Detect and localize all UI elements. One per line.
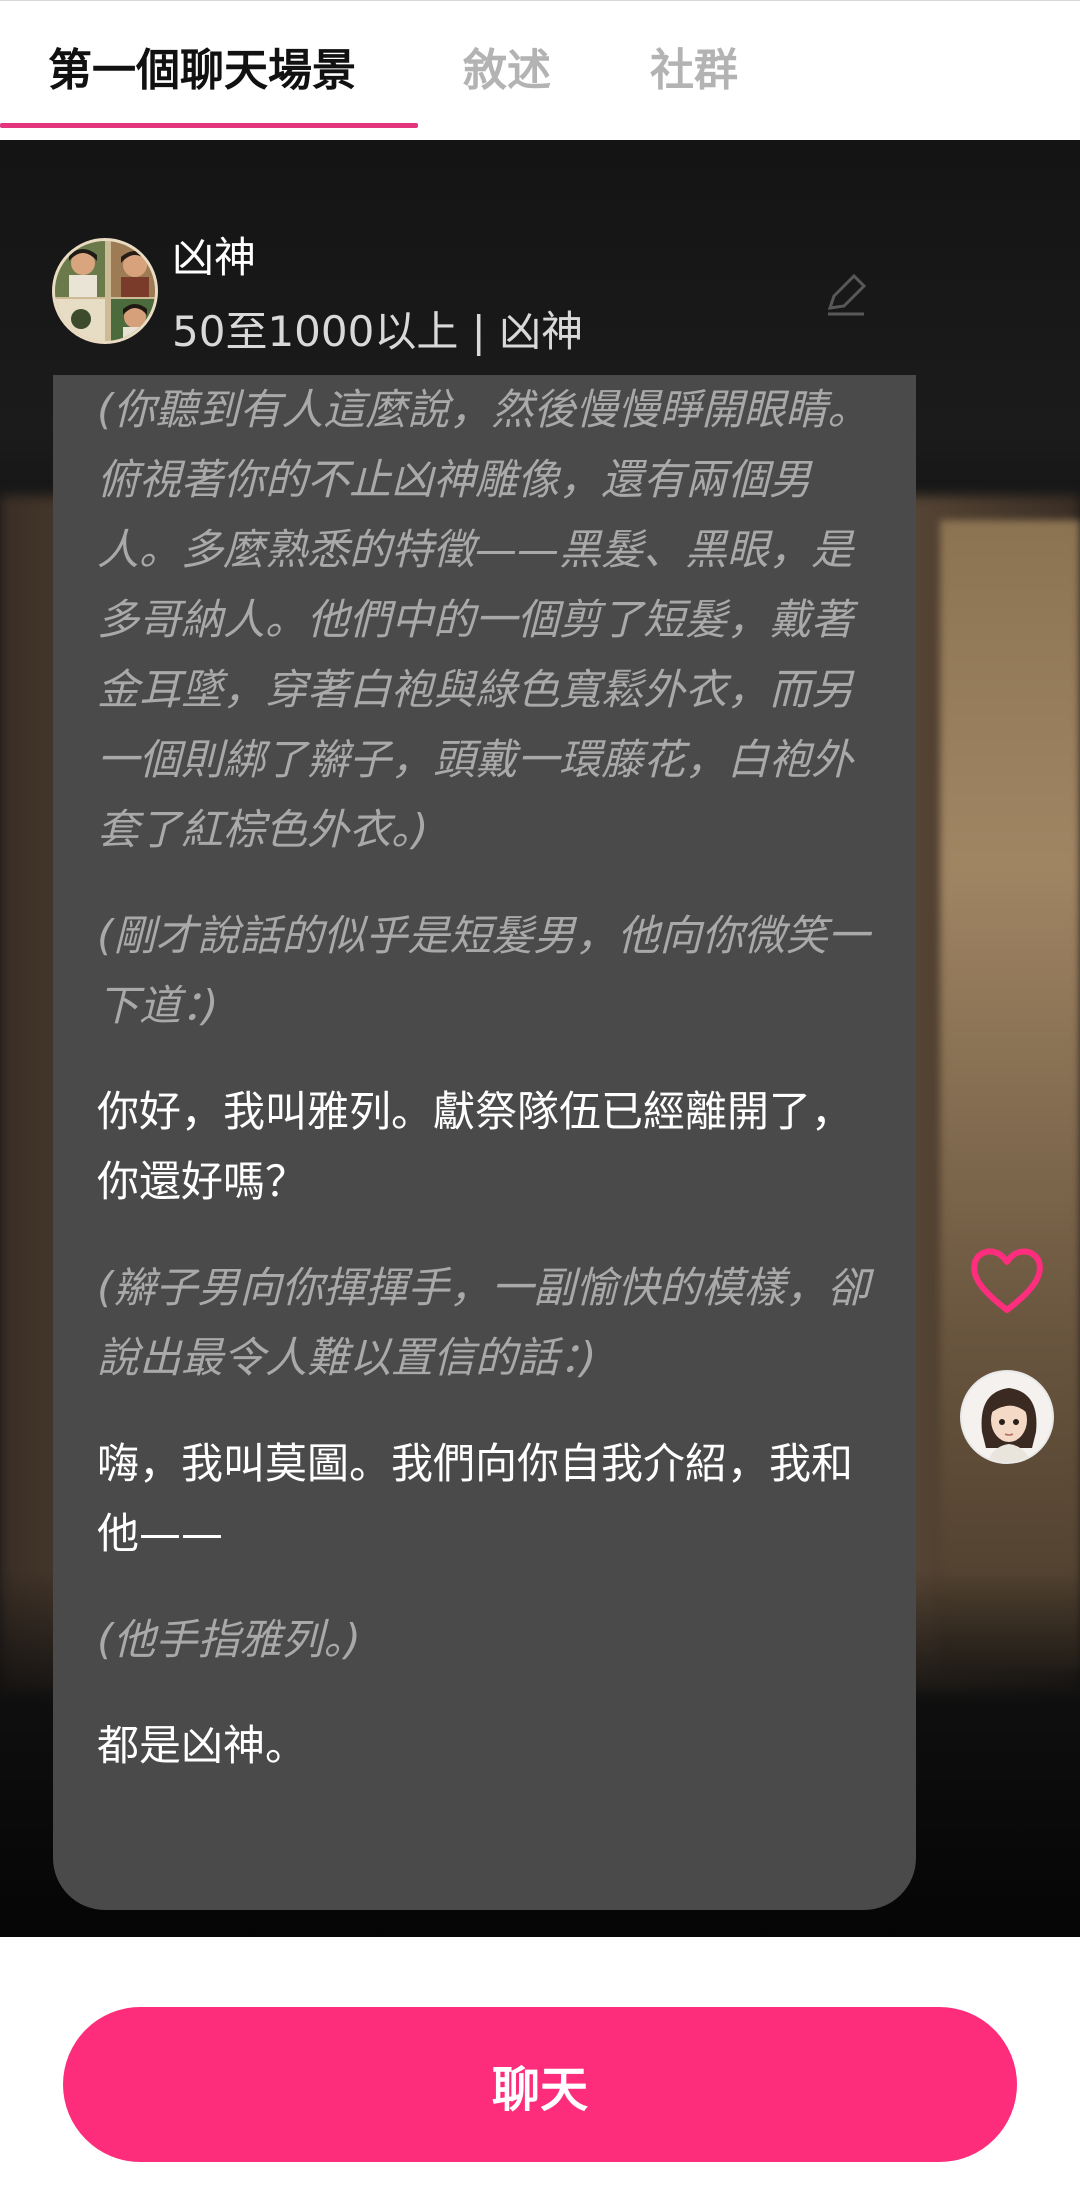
narration-text: (辮子男向你揮揮手，一副愉快的模樣，卻說出最令人難以置信的話：) bbox=[97, 1263, 870, 1382]
narration-text: (剛才說話的似乎是短髮男，他向你微笑一下道：) bbox=[97, 911, 870, 1030]
chat-message-card: (你聽到有人這麼說，然後慢慢睜開眼睛。俯視著你的不止凶神雕像，還有兩個男人。多麼… bbox=[53, 375, 916, 1910]
character-subtitle: 50至1000以上 | 凶神 bbox=[172, 307, 584, 356]
tab-community[interactable]: 社群 bbox=[650, 39, 738, 103]
speech-text: 你好，我叫雅列。獻祭隊伍已經離開了，你還好嗎？ bbox=[97, 1087, 854, 1206]
user-avatar-icon bbox=[962, 1372, 1052, 1462]
active-tab-indicator bbox=[0, 123, 418, 128]
speech-text: 嗨，我叫莫圖。我們向你自我介紹，我和他—— bbox=[97, 1439, 854, 1558]
user-avatar[interactable] bbox=[960, 1370, 1054, 1464]
heart-outline-icon[interactable] bbox=[967, 1240, 1047, 1320]
character-name: 凶神 bbox=[172, 233, 257, 282]
narration-text: (他手指雅列。) bbox=[97, 1615, 361, 1664]
chat-button[interactable]: 聊天 bbox=[63, 2007, 1017, 2162]
app-screen: 第一個聊天場景 敘述 社群 凶神 50至1000以上 | 凶神 (你聽到有人這麼… bbox=[0, 0, 1080, 2190]
tab-description[interactable]: 敘述 bbox=[463, 39, 551, 103]
background-image-edge bbox=[940, 520, 1080, 1670]
tab-first-chat-scene[interactable]: 第一個聊天場景 bbox=[48, 39, 356, 103]
narration-text: (你聽到有人這麼說，然後慢慢睜開眼睛。俯視著你的不止凶神雕像，還有兩個男人。多麼… bbox=[97, 385, 870, 854]
edit-icon[interactable] bbox=[820, 268, 872, 320]
speech-text: 都是凶神。 bbox=[97, 1721, 308, 1770]
tab-bar: 第一個聊天場景 敘述 社群 bbox=[0, 0, 1080, 140]
character-avatar[interactable] bbox=[52, 238, 158, 344]
bottom-bar: 聊天 bbox=[0, 1937, 1080, 2190]
